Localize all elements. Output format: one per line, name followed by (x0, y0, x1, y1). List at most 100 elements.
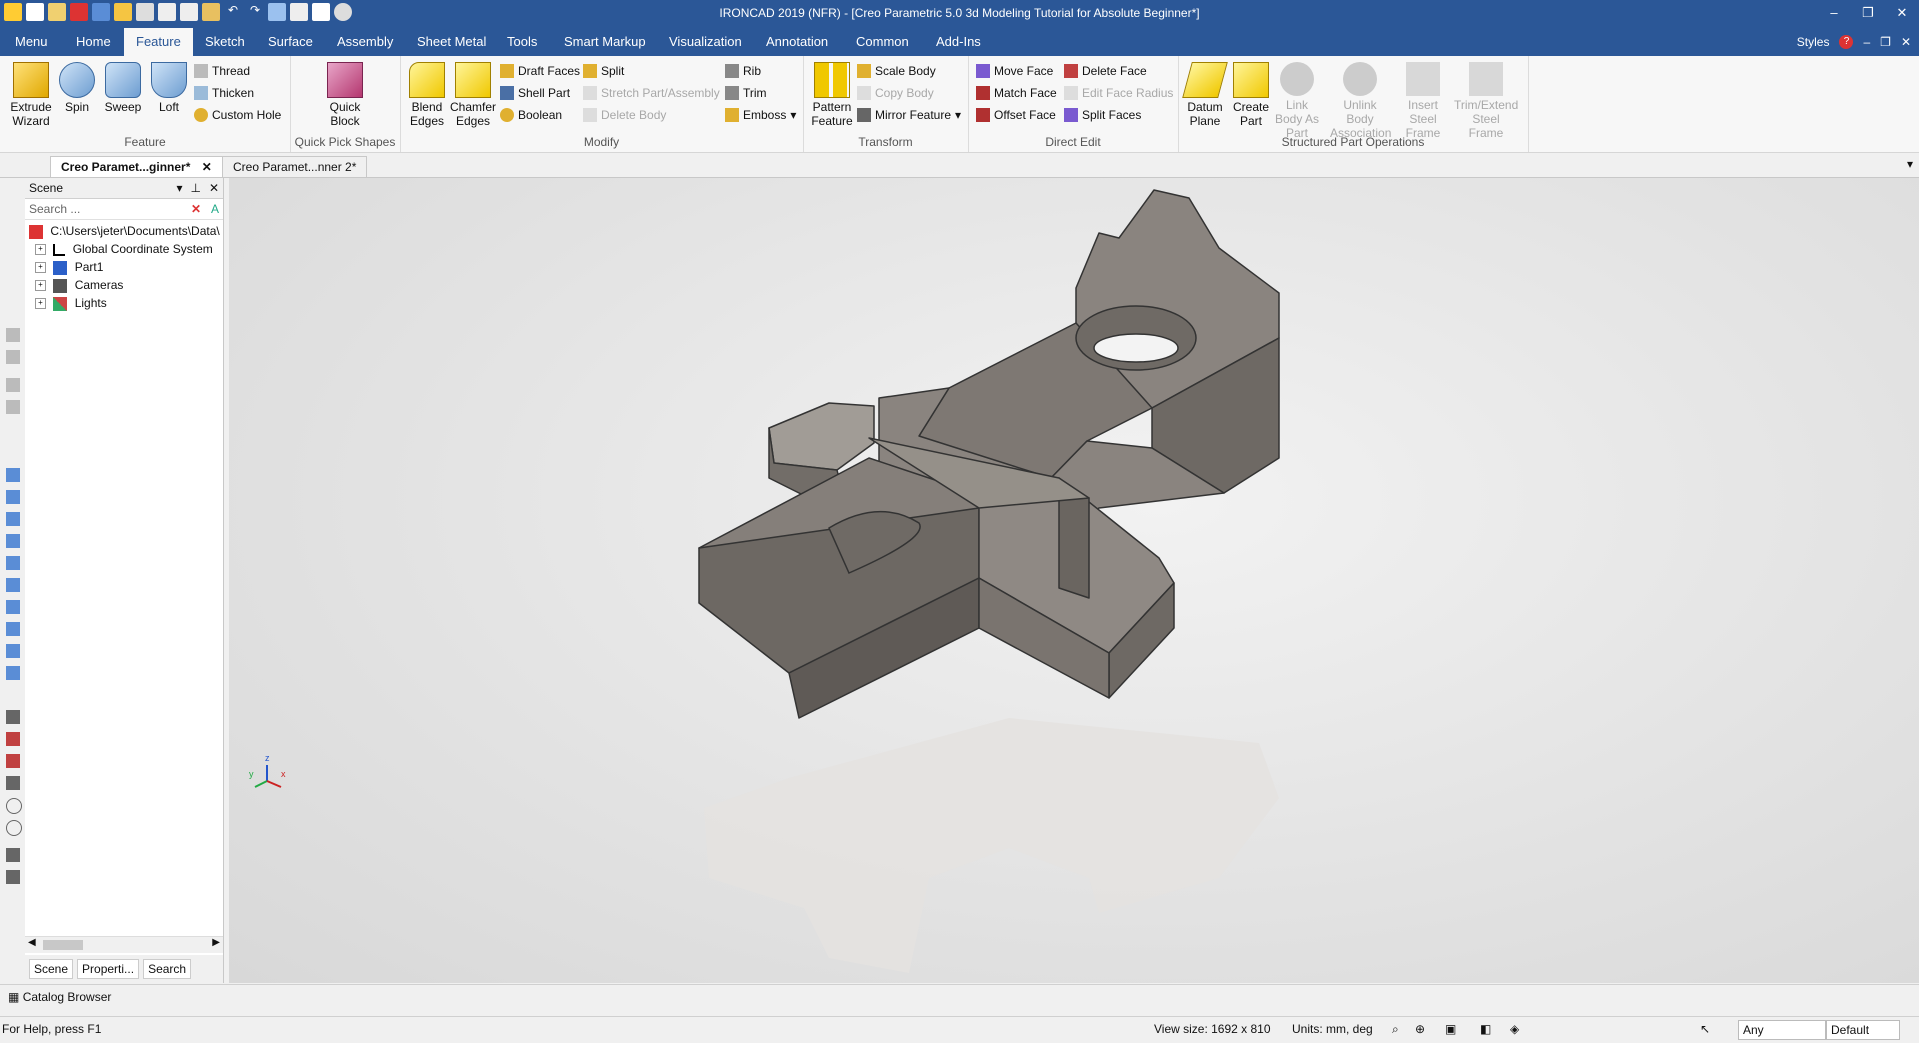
view-icon[interactable] (6, 556, 20, 570)
camera-icon[interactable] (6, 732, 20, 746)
trim-button[interactable]: Trim (725, 84, 767, 102)
tree-item-cameras[interactable]: + Cameras (25, 276, 223, 294)
tree-item-lights[interactable]: + Lights (25, 294, 223, 312)
pen-icon[interactable] (6, 848, 20, 862)
minimize-button[interactable]: – (1817, 0, 1851, 28)
chamfer-edges-button[interactable]: Chamfer Edges (450, 62, 496, 128)
view-icon[interactable] (6, 666, 20, 680)
view-icon[interactable] (6, 534, 20, 548)
rib-button[interactable]: Rib (725, 62, 761, 80)
tab-search[interactable]: Search (143, 959, 192, 979)
tab-menu[interactable]: Menu (3, 28, 60, 56)
scroll-left-icon[interactable]: ◀ (28, 937, 36, 948)
split-button[interactable]: Split (583, 62, 624, 80)
sweep-button[interactable]: Sweep (100, 62, 146, 114)
thicken-button[interactable]: Thicken (194, 84, 254, 102)
catalog-browser-bar[interactable]: ▦ Catalog Browser (0, 984, 1919, 1009)
tool-icon[interactable] (6, 378, 20, 392)
datum-plane-button[interactable]: Datum Plane (1182, 62, 1228, 128)
custom-hole-button[interactable]: Custom Hole (194, 106, 281, 124)
tab-assembly[interactable]: Assembly (325, 28, 405, 56)
rotate-icon[interactable] (6, 798, 22, 814)
selection-filter[interactable]: Any (1738, 1020, 1826, 1040)
ribbon-minimize-icon[interactable]: – (1863, 28, 1870, 56)
tab-feature[interactable]: Feature (124, 28, 193, 56)
mirror-feature-button[interactable]: Mirror Feature ▾ (857, 106, 961, 124)
measure-icon[interactable] (6, 710, 20, 724)
tool-icon[interactable] (6, 350, 20, 364)
styles-menu[interactable]: Styles (1797, 28, 1830, 56)
view-icon[interactable] (6, 622, 20, 636)
view-icon[interactable] (6, 468, 20, 482)
select-mode-icon[interactable]: ↖ (1700, 1017, 1710, 1041)
pin-icon[interactable]: ⊥ (190, 178, 200, 198)
delete-body-button[interactable]: Delete Body (583, 106, 666, 124)
shell-part-button[interactable]: Shell Part (500, 84, 570, 102)
help-icon[interactable]: ? (1839, 35, 1854, 49)
triangle-icon[interactable] (6, 776, 20, 790)
horizontal-scrollbar[interactable]: ◀ ▶ (25, 936, 223, 953)
tab-surface[interactable]: Surface (256, 28, 325, 56)
create-part-button[interactable]: Create Part (1228, 62, 1274, 128)
delete-face-button[interactable]: Delete Face (1064, 62, 1147, 80)
quick-block-button[interactable]: Quick Block (322, 62, 368, 128)
expand-icon[interactable]: + (35, 262, 46, 274)
trim-extend-steel-frame-button[interactable]: Trim/Extend Steel Frame (1454, 62, 1518, 140)
offset-face-button[interactable]: Offset Face (976, 106, 1056, 124)
search-options-icon[interactable]: A (211, 199, 219, 219)
clear-search-icon[interactable]: ✕ (191, 199, 201, 219)
view-icon[interactable] (6, 512, 20, 526)
part-model[interactable] (229, 178, 1919, 983)
expand-icon[interactable]: + (35, 298, 46, 310)
tab-sheet-metal[interactable]: Sheet Metal (405, 28, 498, 56)
tab-home[interactable]: Home (64, 28, 123, 56)
render-icon[interactable]: ◈ (1510, 1017, 1519, 1041)
match-face-button[interactable]: Match Face (976, 84, 1057, 102)
mirror-dropdown-icon[interactable]: ▾ (955, 106, 961, 124)
boolean-button[interactable]: Boolean (500, 106, 562, 124)
shading-icon[interactable]: ◧ (1480, 1017, 1491, 1041)
style-selector[interactable]: Default (1826, 1020, 1900, 1040)
tab-annotation[interactable]: Annotation (754, 28, 840, 56)
zoom-in-icon[interactable]: ⊕ (1415, 1017, 1425, 1041)
view-icon[interactable] (6, 578, 20, 592)
emboss-dropdown-icon[interactable]: ▾ (790, 106, 796, 124)
tab-smart-markup[interactable]: Smart Markup (552, 28, 658, 56)
zoom-icon[interactable]: ⌕ (1392, 1017, 1399, 1041)
edit-face-radius-button[interactable]: Edit Face Radius (1064, 84, 1173, 102)
stretch-part-button[interactable]: Stretch Part/Assembly (583, 84, 720, 102)
tab-tools[interactable]: Tools (495, 28, 549, 56)
no-icon[interactable] (6, 820, 22, 836)
tab-common[interactable]: Common (844, 28, 921, 56)
ribbon-restore-icon[interactable]: ❐ (1880, 28, 1891, 56)
tab-properties[interactable]: Properti... (77, 959, 140, 979)
view-icon[interactable] (6, 644, 20, 658)
tool-icon[interactable] (6, 328, 20, 342)
copy-body-button[interactable]: Copy Body (857, 84, 934, 102)
tab-add-ins[interactable]: Add-Ins (924, 28, 993, 56)
panel-close-icon[interactable]: ✕ (209, 178, 219, 198)
scene-search-input[interactable]: Search ... (29, 202, 80, 216)
extrude-wizard-button[interactable]: Extrude Wizard (8, 62, 54, 128)
doc-tab-1[interactable]: Creo Paramet...ginner* ✕ (50, 156, 223, 177)
draft-faces-button[interactable]: Draft Faces (500, 62, 580, 80)
section-icon[interactable] (6, 754, 20, 768)
tree-item-part1[interactable]: + Part1 (25, 258, 223, 276)
split-faces-button[interactable]: Split Faces (1064, 106, 1141, 124)
scale-body-button[interactable]: Scale Body (857, 62, 936, 80)
unlink-body-button[interactable]: Unlink Body Association (1330, 62, 1391, 140)
close-tab-icon[interactable]: ✕ (202, 160, 212, 174)
emboss-button[interactable]: Emboss ▾ (725, 106, 796, 124)
thread-button[interactable]: Thread (194, 62, 250, 80)
ruler-icon[interactable] (6, 870, 20, 884)
tree-item-global-coordinate-system[interactable]: + Global Coordinate System (25, 240, 223, 258)
view-cube-icon[interactable]: ▣ (1445, 1017, 1456, 1041)
scene-search[interactable]: Search ... ✕ A (25, 199, 223, 220)
catalog-browser-label[interactable]: Catalog Browser (23, 990, 112, 1004)
insert-steel-frame-button[interactable]: Insert Steel Frame (1400, 62, 1446, 140)
view-icon[interactable] (6, 490, 20, 504)
view-icon[interactable] (6, 600, 20, 614)
link-body-as-part-button[interactable]: Link Body As Part (1274, 62, 1320, 140)
tree-root[interactable]: C:\Users\jeter\Documents\Data\ (25, 222, 223, 240)
restore-button[interactable]: ❐ (1851, 0, 1885, 28)
